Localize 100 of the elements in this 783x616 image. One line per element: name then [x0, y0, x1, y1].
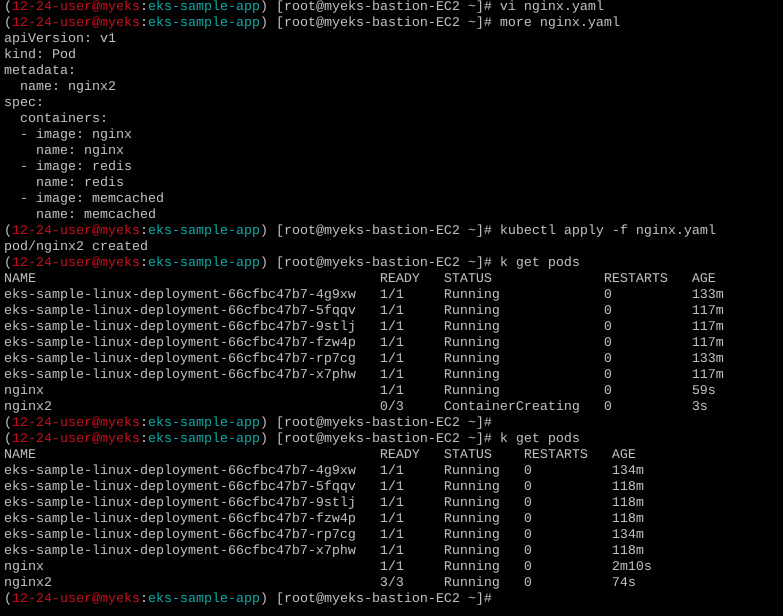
output-text: spec:: [4, 96, 44, 112]
table-cell: 1/1: [380, 304, 404, 319]
column-header: RESTARTS: [524, 448, 588, 463]
table-cell: 59s: [692, 384, 716, 399]
table-cell: nginx: [4, 560, 44, 575]
column-header: READY: [380, 448, 420, 463]
table-cell: 1/1: [380, 352, 404, 367]
table-cell: eks-sample-linux-deployment-66cfbc47b7-rp7cg: [4, 352, 356, 367]
column-header: AGE: [692, 272, 716, 287]
table-cell: Running: [444, 384, 500, 399]
command-text: kubectl apply -f nginx.yaml: [500, 224, 716, 240]
table-cell: nginx: [4, 384, 44, 399]
table-cell: 0: [524, 464, 532, 479]
table-cell: 1/1: [380, 384, 404, 399]
column-header: NAME: [4, 448, 36, 463]
table-cell: 133m: [692, 288, 724, 303]
table-cell: 134m: [612, 464, 644, 479]
table-cell: Running: [444, 560, 500, 575]
column-header: AGE: [612, 448, 636, 463]
table-cell: 1/1: [380, 480, 404, 495]
shell-prompt: (12-24-user@myeks:eks-sample-app) [root@myeks-bastion-EC2 ~]#: [4, 256, 492, 272]
table-cell: Running: [444, 512, 500, 527]
output-text: name: nginx: [34, 144, 124, 160]
shell-prompt: (12-24-user@myeks:eks-sample-app) [root@myeks-bastion-EC2 ~]#: [4, 0, 492, 16]
table-cell: 0: [524, 512, 532, 527]
command-text: more nginx.yaml: [500, 16, 620, 32]
command-text: k get pods: [500, 256, 580, 272]
table-cell: eks-sample-linux-deployment-66cfbc47b7-5fqqv: [4, 480, 356, 495]
table-cell: 0: [524, 480, 532, 495]
table-cell: 1/1: [380, 512, 404, 527]
table-cell: 1/1: [380, 320, 404, 335]
table-cell: 0: [524, 528, 532, 543]
table-cell: 117m: [692, 304, 724, 319]
table-cell: eks-sample-linux-deployment-66cfbc47b7-4g9xw: [4, 288, 356, 303]
table-cell: 0/3: [380, 400, 404, 415]
table-cell: Running: [444, 464, 500, 479]
table-cell: 0: [604, 336, 612, 351]
table-cell: 134m: [612, 528, 644, 543]
table-cell: 0: [604, 320, 612, 335]
table-cell: 0: [604, 304, 612, 319]
table-cell: 1/1: [380, 560, 404, 575]
table-cell: 0: [524, 496, 532, 511]
table-cell: eks-sample-linux-deployment-66cfbc47b7-4g9xw: [4, 464, 356, 479]
command-text: vi nginx.yaml: [500, 0, 604, 16]
shell-prompt: (12-24-user@myeks:eks-sample-app) [root@myeks-bastion-EC2 ~]#: [4, 592, 492, 608]
table-cell: eks-sample-linux-deployment-66cfbc47b7-fzw4p: [4, 336, 356, 351]
output-text: kind: Pod: [4, 48, 76, 64]
table-cell: Running: [444, 352, 500, 367]
output-text: - image: redis: [18, 160, 132, 176]
table-cell: Running: [444, 496, 500, 511]
output-text: apiVersion: v1: [4, 32, 116, 48]
column-header: STATUS: [444, 272, 492, 287]
table-cell: ContainerCreating: [444, 400, 580, 415]
table-cell: eks-sample-linux-deployment-66cfbc47b7-rp7cg: [4, 528, 356, 543]
table-cell: 74s: [612, 576, 636, 591]
table-cell: Running: [444, 320, 500, 335]
table-cell: 0: [604, 352, 612, 367]
shell-prompt: (12-24-user@myeks:eks-sample-app) [root@myeks-bastion-EC2 ~]#: [4, 416, 492, 432]
table-cell: 117m: [692, 336, 724, 351]
table-cell: 117m: [692, 320, 724, 335]
column-header: STATUS: [444, 448, 492, 463]
output-text: name: memcached: [34, 208, 156, 224]
table-cell: 118m: [612, 512, 644, 527]
table-cell: 1/1: [380, 496, 404, 511]
table-cell: 1/1: [380, 336, 404, 351]
column-header: NAME: [4, 272, 36, 287]
table-cell: Running: [444, 368, 500, 383]
table-cell: 0: [524, 576, 532, 591]
table-cell: Running: [444, 288, 500, 303]
table-cell: Running: [444, 304, 500, 319]
output-text: metadata:: [4, 64, 76, 80]
column-header: READY: [380, 272, 420, 287]
table-cell: eks-sample-linux-deployment-66cfbc47b7-fzw4p: [4, 512, 356, 527]
table-cell: 2m10s: [612, 560, 652, 575]
table-cell: 0: [604, 400, 612, 415]
output-text: - image: nginx: [18, 128, 132, 144]
table-cell: eks-sample-linux-deployment-66cfbc47b7-9stlj: [4, 496, 356, 511]
table-cell: nginx2: [4, 576, 52, 591]
table-cell: 0: [524, 560, 532, 575]
output-text: name: redis: [34, 176, 124, 192]
table-cell: 0: [604, 384, 612, 399]
table-cell: 3s: [692, 400, 708, 415]
output-text: pod/nginx2 created: [4, 240, 148, 256]
table-cell: 133m: [692, 352, 724, 367]
column-header: RESTARTS: [604, 272, 668, 287]
output-text: name: nginx2: [18, 80, 116, 96]
table-cell: eks-sample-linux-deployment-66cfbc47b7-x7phw: [4, 544, 356, 559]
table-cell: 0: [604, 288, 612, 303]
table-cell: 0: [604, 368, 612, 383]
table-cell: 1/1: [380, 544, 404, 559]
table-cell: 1/1: [380, 368, 404, 383]
table-cell: 0: [524, 544, 532, 559]
shell-prompt: (12-24-user@myeks:eks-sample-app) [root@myeks-bastion-EC2 ~]#: [4, 224, 492, 240]
output-text: - image: memcached: [18, 192, 164, 208]
table-cell: Running: [444, 336, 500, 351]
table-cell: Running: [444, 544, 500, 559]
table-cell: 118m: [612, 480, 644, 495]
table-cell: 1/1: [380, 528, 404, 543]
table-cell: Running: [444, 480, 500, 495]
shell-prompt: (12-24-user@myeks:eks-sample-app) [root@myeks-bastion-EC2 ~]#: [4, 432, 492, 448]
